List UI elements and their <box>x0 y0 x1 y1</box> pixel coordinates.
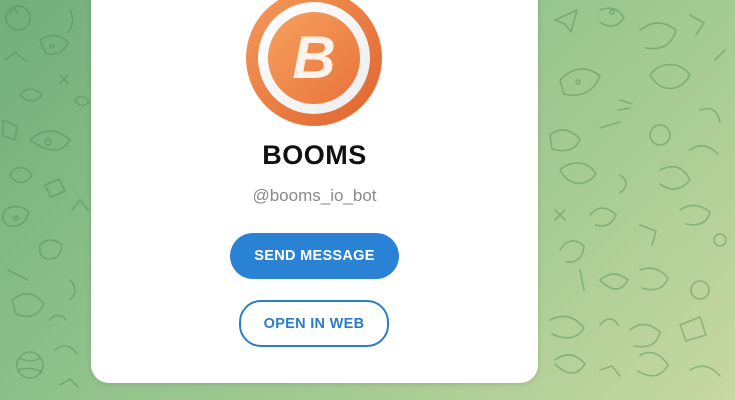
bot-name: BOOMS <box>262 140 367 170</box>
open-in-web-button[interactable]: OPEN IN WEB <box>239 300 389 347</box>
booms-logo-icon: B <box>246 0 382 126</box>
send-message-button[interactable]: SEND MESSAGE <box>230 233 399 279</box>
svg-text:B: B <box>292 24 335 91</box>
bot-username: @booms_io_bot <box>252 186 377 205</box>
